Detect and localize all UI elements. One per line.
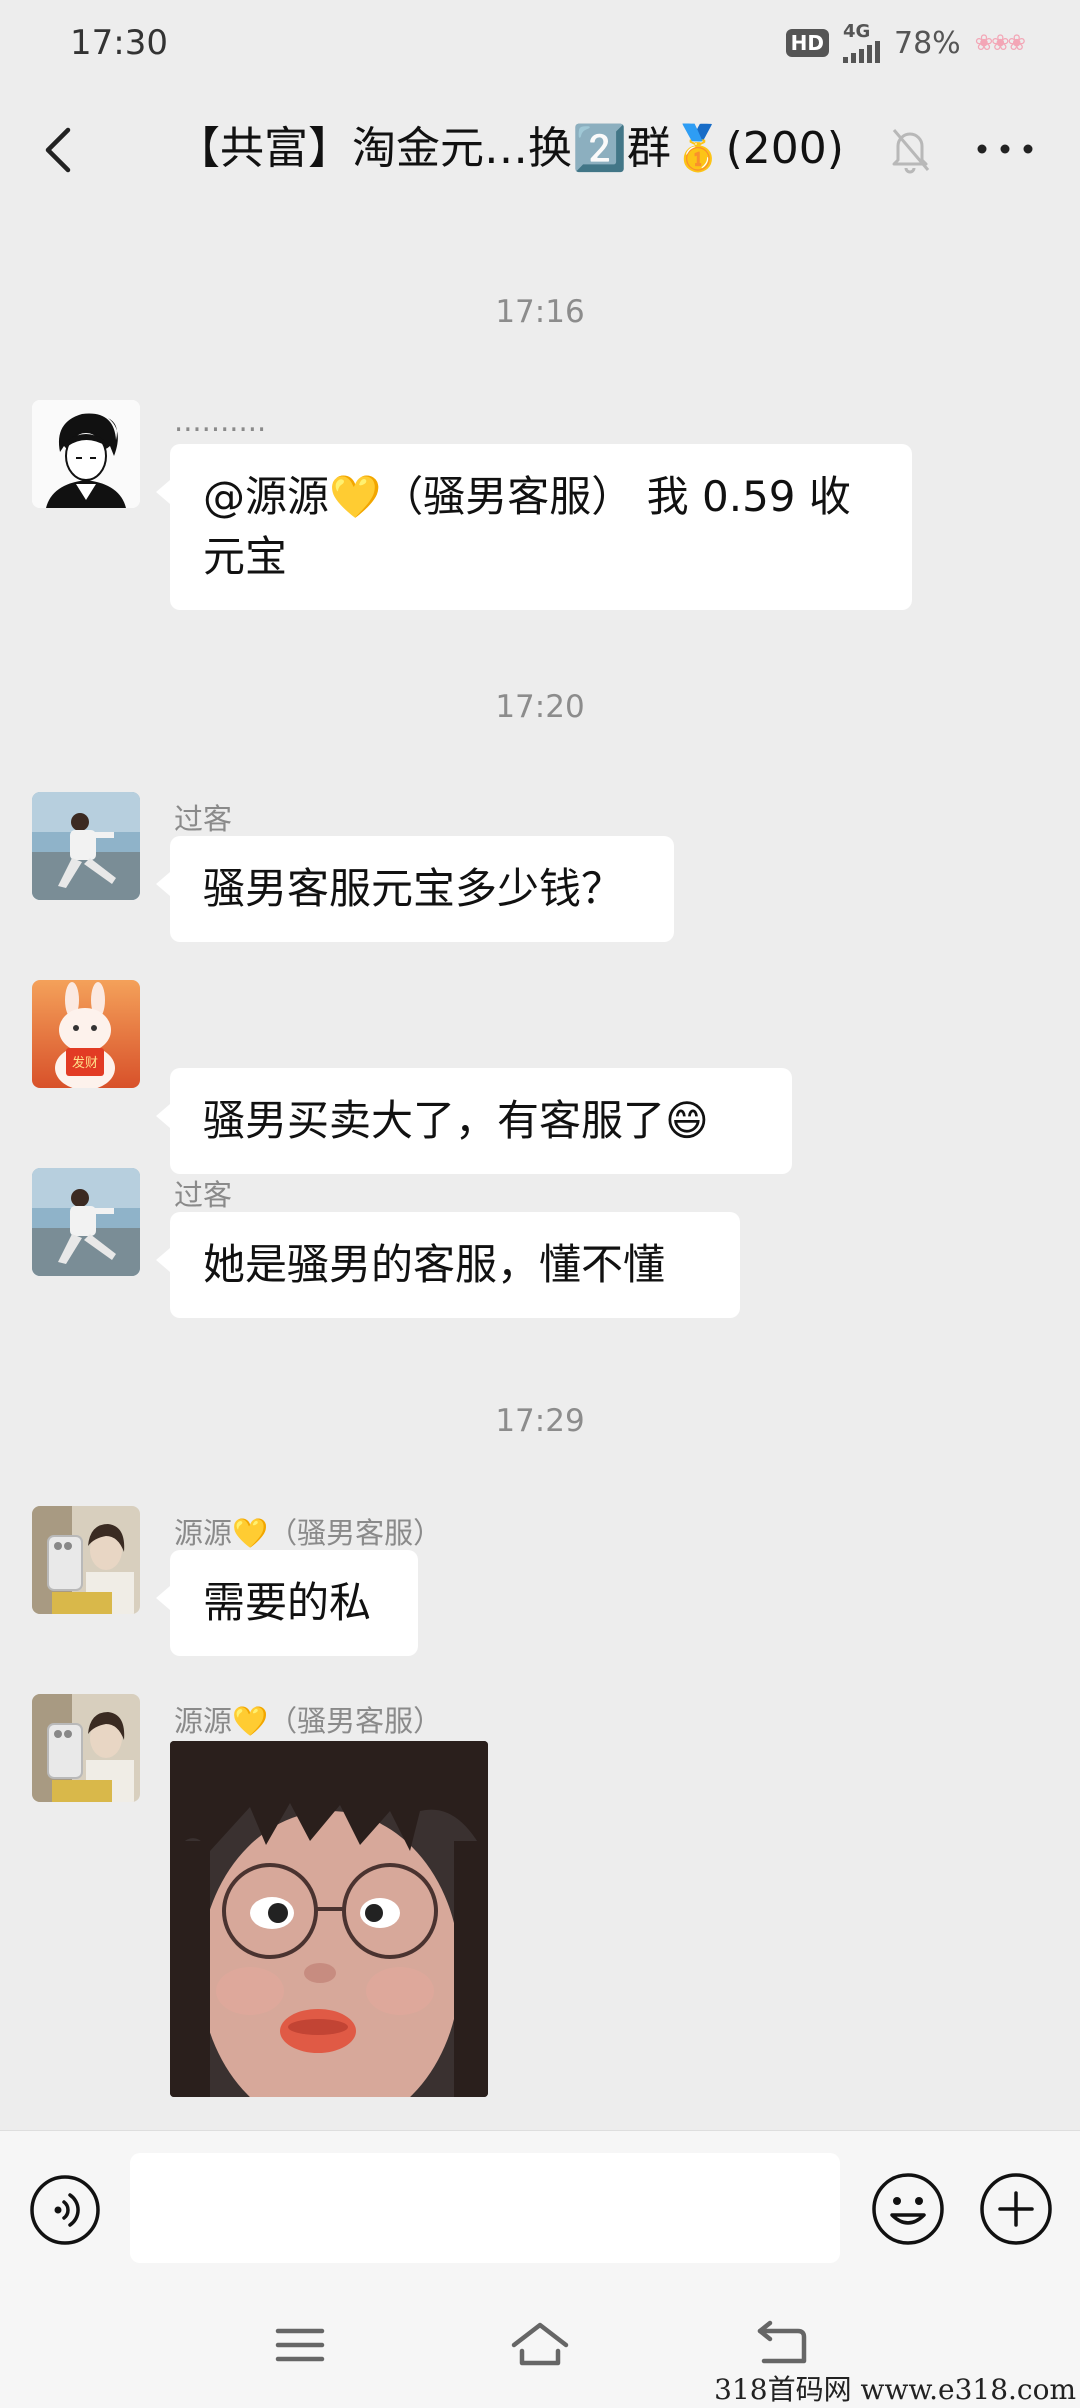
message-bubble[interactable]: 需要的私 <box>156 1550 418 1656</box>
sticker-image[interactable] <box>170 1741 488 2097</box>
network-label: 4G <box>843 21 871 42</box>
more-button[interactable] <box>970 124 1040 174</box>
voice-icon <box>30 2175 100 2245</box>
bell-off-icon <box>888 124 932 174</box>
status-time: 17:30 <box>70 23 168 63</box>
emoji-icon <box>872 2173 944 2245</box>
system-back-button[interactable] <box>750 2315 814 2375</box>
chat-title: 【共富】淘金元…换2️⃣群🥇(200) <box>176 123 844 174</box>
hd-badge: HD <box>785 29 829 57</box>
message-input[interactable] <box>130 2153 840 2263</box>
system-navigation-bar: 318首码网 www.e318.com <box>0 2285 1080 2408</box>
more-horizontal-icon <box>977 144 1033 154</box>
avatar[interactable] <box>32 1168 140 1276</box>
sender-name: 过客 <box>174 802 233 836</box>
plus-button[interactable] <box>978 2171 1054 2247</box>
sender-name: 源源💛（骚男客服） <box>174 1704 443 1738</box>
timestamp: 17:16 <box>495 294 585 330</box>
avatar[interactable]: 发财 <box>32 980 140 1088</box>
message-list[interactable]: 17:16 .......... @源源💛（骚男客服） 我 0.59 收元宝 1… <box>0 212 1080 2130</box>
message-bubble[interactable]: 骚男客服元宝多少钱？ <box>156 836 674 942</box>
emoji-button[interactable] <box>870 2171 946 2247</box>
plus-circle-icon <box>980 2173 1052 2245</box>
home-icon <box>511 2322 569 2366</box>
recent-apps-button[interactable] <box>268 2315 332 2375</box>
chevron-left-icon <box>45 127 71 173</box>
menu-icon <box>275 2328 325 2362</box>
avatar[interactable] <box>32 1694 140 1802</box>
back-button[interactable] <box>36 122 84 178</box>
chat-header: 【共富】淘金元…换2️⃣群🥇(200) <box>0 86 1080 212</box>
message-bubble[interactable]: 她是骚男的客服，懂不懂 <box>156 1212 740 1318</box>
timestamp: 17:20 <box>495 689 585 725</box>
voice-button[interactable] <box>28 2173 102 2247</box>
input-bar <box>0 2130 1080 2286</box>
battery-percent: 78% <box>894 25 961 61</box>
timestamp: 17:29 <box>495 1403 585 1439</box>
message-bubble[interactable]: @源源💛（骚男客服） 我 0.59 收元宝 <box>156 444 912 610</box>
signal-icon <box>843 41 880 63</box>
flower-decoration: ❀❀❀ <box>974 30 1026 56</box>
sender-name: 过客 <box>174 1178 233 1212</box>
message-bubble[interactable]: 骚男买卖大了，有客服了😄 <box>156 1068 792 1174</box>
watermark-text: 318首码网 www.e318.com <box>714 2373 1076 2406</box>
home-button[interactable] <box>508 2315 572 2375</box>
avatar[interactable] <box>32 400 140 508</box>
sender-name: 源源💛（骚男客服） <box>174 1516 443 1550</box>
back-arrow-icon <box>757 2320 807 2364</box>
status-bar: 17:30 HD 4G 78% ❀❀❀ <box>0 0 1080 86</box>
signal-group: 4G <box>843 23 880 63</box>
avatar[interactable] <box>32 792 140 900</box>
avatar-badge-text: 发财 <box>71 1056 98 1071</box>
sender-name: .......... <box>174 404 267 438</box>
status-indicators: HD 4G 78% ❀❀❀ <box>785 23 1026 63</box>
avatar[interactable] <box>32 1506 140 1614</box>
